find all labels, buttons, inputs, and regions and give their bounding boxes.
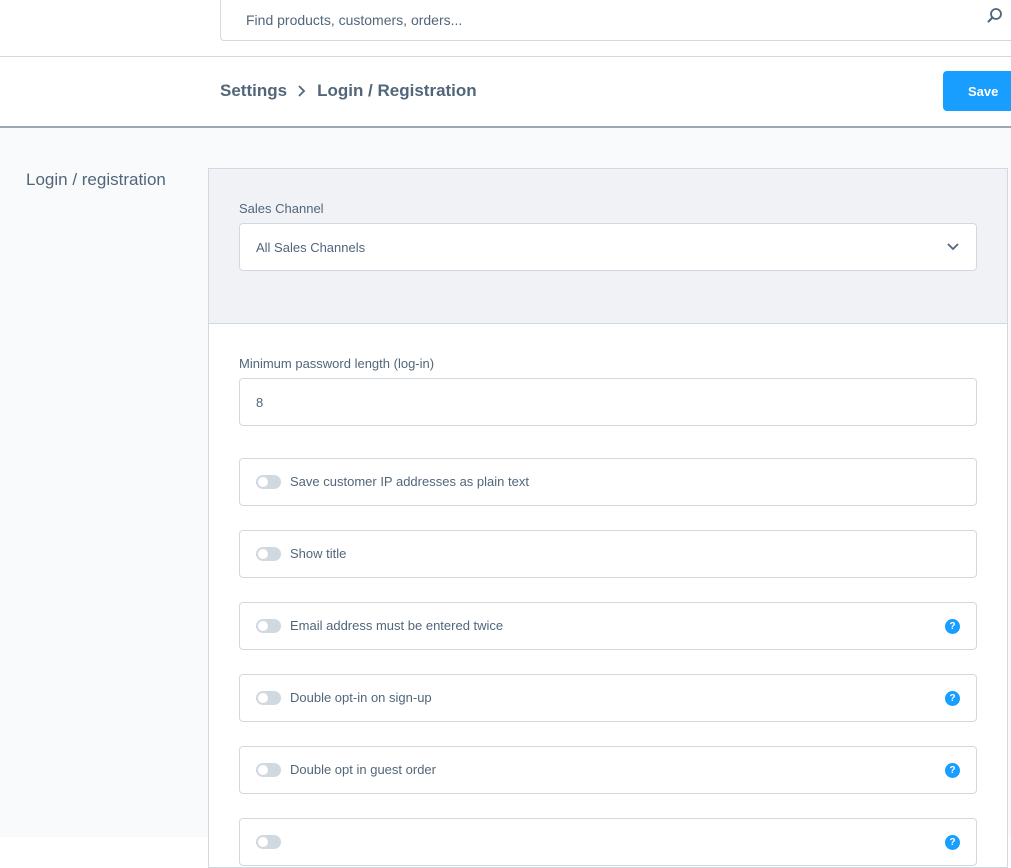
help-icon[interactable]: ? — [945, 763, 960, 778]
sales-channel-panel: Sales Channel All Sales Channels — [209, 169, 1007, 324]
chevron-right-icon — [298, 85, 306, 97]
main-content: Login / registration Sales Channel All S… — [0, 128, 1011, 868]
help-icon[interactable]: ? — [945, 619, 960, 634]
toggle-switch[interactable] — [256, 547, 281, 561]
min-password-value: 8 — [256, 394, 264, 410]
breadcrumb-current: Login / Registration — [317, 81, 477, 100]
toggle-switch[interactable] — [256, 835, 281, 849]
top-bar — [0, 0, 1011, 57]
sales-channel-select[interactable]: All Sales Channels — [239, 223, 977, 271]
toggle-switch[interactable] — [256, 691, 281, 705]
toggle-row-ip-plain-text: Save customer IP addresses as plain text — [239, 458, 977, 506]
toggle-label: Save customer IP addresses as plain text — [290, 474, 529, 489]
section-title: Login / registration — [26, 170, 166, 189]
chevron-down-icon — [947, 243, 959, 251]
toggle-switch[interactable] — [256, 475, 281, 489]
toggle-label: Email address must be entered twice — [290, 618, 504, 633]
toggle-label: Double opt in guest order — [290, 762, 436, 777]
settings-card: Sales Channel All Sales Channels Minimum… — [208, 168, 1008, 868]
min-password-label: Minimum password length (log-in) — [239, 356, 435, 371]
toggle-row-partial: ? — [239, 818, 977, 866]
breadcrumb-settings[interactable]: Settings — [220, 81, 287, 101]
toggle-switch[interactable] — [256, 763, 281, 777]
help-icon[interactable]: ? — [945, 691, 960, 706]
save-button[interactable]: Save — [943, 71, 1011, 111]
toggle-row-double-opt-in-guest: Double opt in guest order ? — [239, 746, 977, 794]
help-icon[interactable]: ? — [945, 835, 960, 850]
toggle-row-double-opt-in-signup: Double opt-in on sign-up ? — [239, 674, 977, 722]
toggle-label: Double opt-in on sign-up — [290, 690, 432, 705]
sales-channel-value: All Sales Channels — [256, 239, 366, 255]
min-password-input[interactable]: 8 — [239, 378, 977, 426]
search-icon[interactable] — [986, 7, 1004, 25]
page-header: Settings Login / Registration Save — [0, 57, 1011, 128]
toggle-row-show-title: Show title — [239, 530, 977, 578]
breadcrumb: Settings Login / Registration — [220, 81, 477, 101]
sales-channel-label: Sales Channel — [239, 201, 324, 216]
toggle-label: Show title — [290, 546, 347, 561]
toggle-row-email-twice: Email address must be entered twice ? — [239, 602, 977, 650]
toggle-switch[interactable] — [256, 619, 281, 633]
global-search[interactable] — [220, 0, 1011, 41]
search-input[interactable] — [246, 4, 946, 35]
